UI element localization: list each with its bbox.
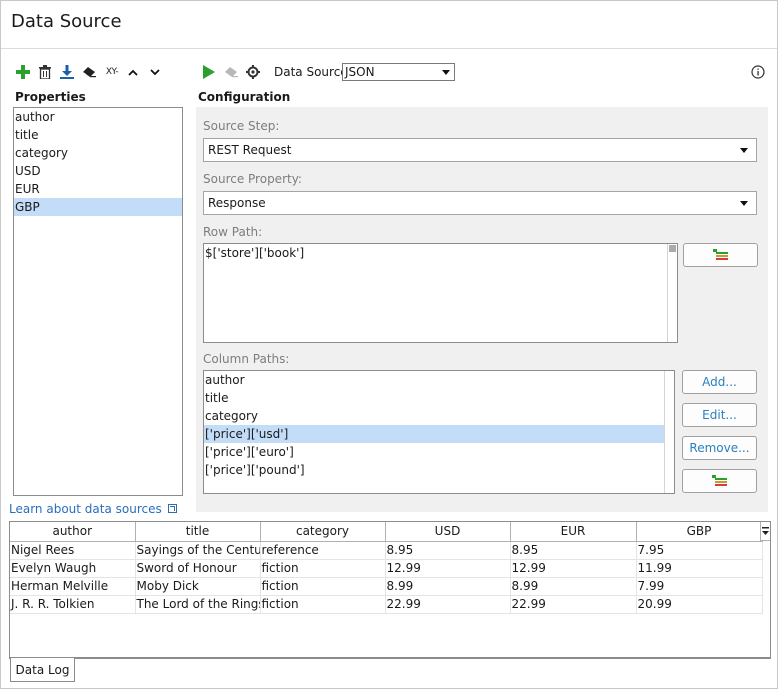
dropdown-arrow-icon — [740, 201, 748, 206]
table-cell: 8.99 — [385, 577, 511, 596]
property-item-selected[interactable]: GBP — [14, 198, 182, 216]
properties-heading: Properties — [15, 90, 86, 104]
dropdown-arrow-icon — [442, 70, 450, 75]
column-chooser-icon[interactable] — [760, 522, 770, 541]
column-path-item-selected[interactable]: ['price']['usd'] — [204, 425, 674, 443]
table-row[interactable]: J. R. R. Tolkien The Lord of the Rings f… — [10, 595, 763, 614]
source-property-label: Source Property: — [203, 172, 302, 186]
row-path-extract-button[interactable] — [683, 243, 758, 267]
tab-strip-divider — [9, 658, 771, 659]
eraser-disabled-icon[interactable] — [222, 63, 240, 81]
column-paths-scrollbar[interactable] — [664, 371, 674, 493]
configuration-panel: Source Step: REST Request Source Propert… — [196, 107, 768, 512]
table-cell: reference — [260, 541, 386, 560]
table-cell: J. R. R. Tolkien — [10, 595, 136, 614]
data-source-value: JSON — [345, 65, 375, 79]
data-grid[interactable]: author title category USD EUR GBP Nigel … — [9, 521, 771, 658]
download-icon[interactable] — [58, 63, 76, 81]
table-cell: Herman Melville — [10, 577, 136, 596]
table-cell: 7.95 — [636, 541, 763, 560]
column-paths-list[interactable]: author title category ['price']['usd'] [… — [203, 370, 675, 494]
table-cell: 12.99 — [510, 559, 637, 578]
properties-list[interactable]: author title category USD EUR GBP — [13, 107, 183, 496]
property-item[interactable]: author — [14, 108, 182, 126]
column-path-item[interactable]: ['price']['pound'] — [204, 461, 674, 479]
external-link-icon — [167, 504, 177, 513]
gear-icon[interactable] — [244, 63, 262, 81]
column-extract-button[interactable] — [682, 469, 757, 493]
source-property-value: Response — [208, 196, 266, 210]
add-column-button[interactable]: Add... — [682, 370, 757, 394]
table-cell: 8.95 — [385, 541, 511, 560]
property-item[interactable]: title — [14, 126, 182, 144]
table-cell: fiction — [260, 595, 386, 614]
table-cell: 8.99 — [510, 577, 637, 596]
eraser-icon[interactable] — [80, 63, 98, 81]
page-header: Data Source — [1, 1, 777, 49]
source-step-label: Source Step: — [203, 119, 280, 133]
property-item[interactable]: EUR — [14, 180, 182, 198]
trash-icon[interactable] — [36, 63, 54, 81]
source-property-select[interactable]: Response — [203, 191, 757, 215]
chevron-up-icon[interactable] — [124, 63, 142, 81]
row-path-label: Row Path: — [203, 225, 263, 239]
xy-icon[interactable]: XY- — [102, 63, 122, 81]
table-cell: 22.99 — [510, 595, 637, 614]
property-item[interactable]: USD — [14, 162, 182, 180]
table-header-row: author title category USD EUR GBP — [10, 522, 763, 542]
table-cell: The Lord of the Rings — [135, 595, 261, 614]
table-cell: 22.99 — [385, 595, 511, 614]
column-path-item[interactable]: title — [204, 389, 674, 407]
column-header[interactable]: author — [10, 522, 136, 542]
source-step-select[interactable]: REST Request — [203, 138, 757, 162]
table-cell: Sayings of the Century — [135, 541, 261, 560]
scroll-up-icon[interactable] — [669, 245, 676, 252]
configuration-heading: Configuration — [198, 90, 291, 104]
table-cell: 11.99 — [636, 559, 763, 578]
tab-data-log[interactable]: Data Log — [10, 658, 75, 682]
chevron-down-icon[interactable] — [146, 63, 164, 81]
data-table: author title category USD EUR GBP Nigel … — [10, 522, 763, 614]
column-path-item[interactable]: author — [204, 371, 674, 389]
learn-link-text[interactable]: Learn about data sources — [9, 502, 162, 516]
data-source-select[interactable]: JSON — [342, 63, 455, 81]
table-cell: fiction — [260, 577, 386, 596]
table-row[interactable]: Nigel Rees Sayings of the Century refere… — [10, 541, 763, 560]
table-cell: 7.99 — [636, 577, 763, 596]
table-cell: Evelyn Waugh — [10, 559, 136, 578]
table-cell: 12.99 — [385, 559, 511, 578]
table-row[interactable]: Evelyn Waugh Sword of Honour fiction 12.… — [10, 559, 763, 578]
column-header[interactable]: title — [135, 522, 261, 542]
column-header[interactable]: EUR — [510, 522, 637, 542]
remove-column-button[interactable]: Remove... — [682, 436, 757, 460]
dropdown-arrow-icon — [740, 148, 748, 153]
page-title: Data Source — [11, 11, 122, 32]
source-step-value: REST Request — [208, 143, 292, 157]
column-path-item[interactable]: ['price']['euro'] — [204, 443, 674, 461]
table-cell: fiction — [260, 559, 386, 578]
row-path-value: $['store']['book'] — [205, 246, 305, 260]
row-path-input[interactable]: $['store']['book'] — [203, 243, 678, 343]
extract-path-icon — [711, 475, 727, 486]
column-header[interactable]: GBP — [636, 522, 763, 542]
run-icon[interactable] — [200, 63, 218, 81]
data-source-label: Data Source: — [274, 65, 352, 79]
table-cell: Nigel Rees — [10, 541, 136, 560]
add-property-icon[interactable] — [14, 63, 32, 81]
property-item[interactable]: category — [14, 144, 182, 162]
table-cell: Sword of Honour — [135, 559, 261, 578]
table-row[interactable]: Herman Melville Moby Dick fiction 8.99 8… — [10, 577, 763, 596]
table-cell: 8.95 — [510, 541, 637, 560]
column-path-item[interactable]: category — [204, 407, 674, 425]
info-icon[interactable] — [749, 63, 767, 81]
column-header[interactable]: category — [260, 522, 386, 542]
table-cell: 20.99 — [636, 595, 763, 614]
learn-data-sources-link[interactable]: Learn about data sources — [9, 502, 177, 516]
extract-path-icon — [712, 249, 728, 260]
column-paths-label: Column Paths: — [203, 352, 290, 366]
table-cell: Moby Dick — [135, 577, 261, 596]
row-path-scrollbar[interactable] — [667, 244, 677, 342]
edit-column-button[interactable]: Edit... — [682, 403, 757, 427]
column-header[interactable]: USD — [385, 522, 511, 542]
